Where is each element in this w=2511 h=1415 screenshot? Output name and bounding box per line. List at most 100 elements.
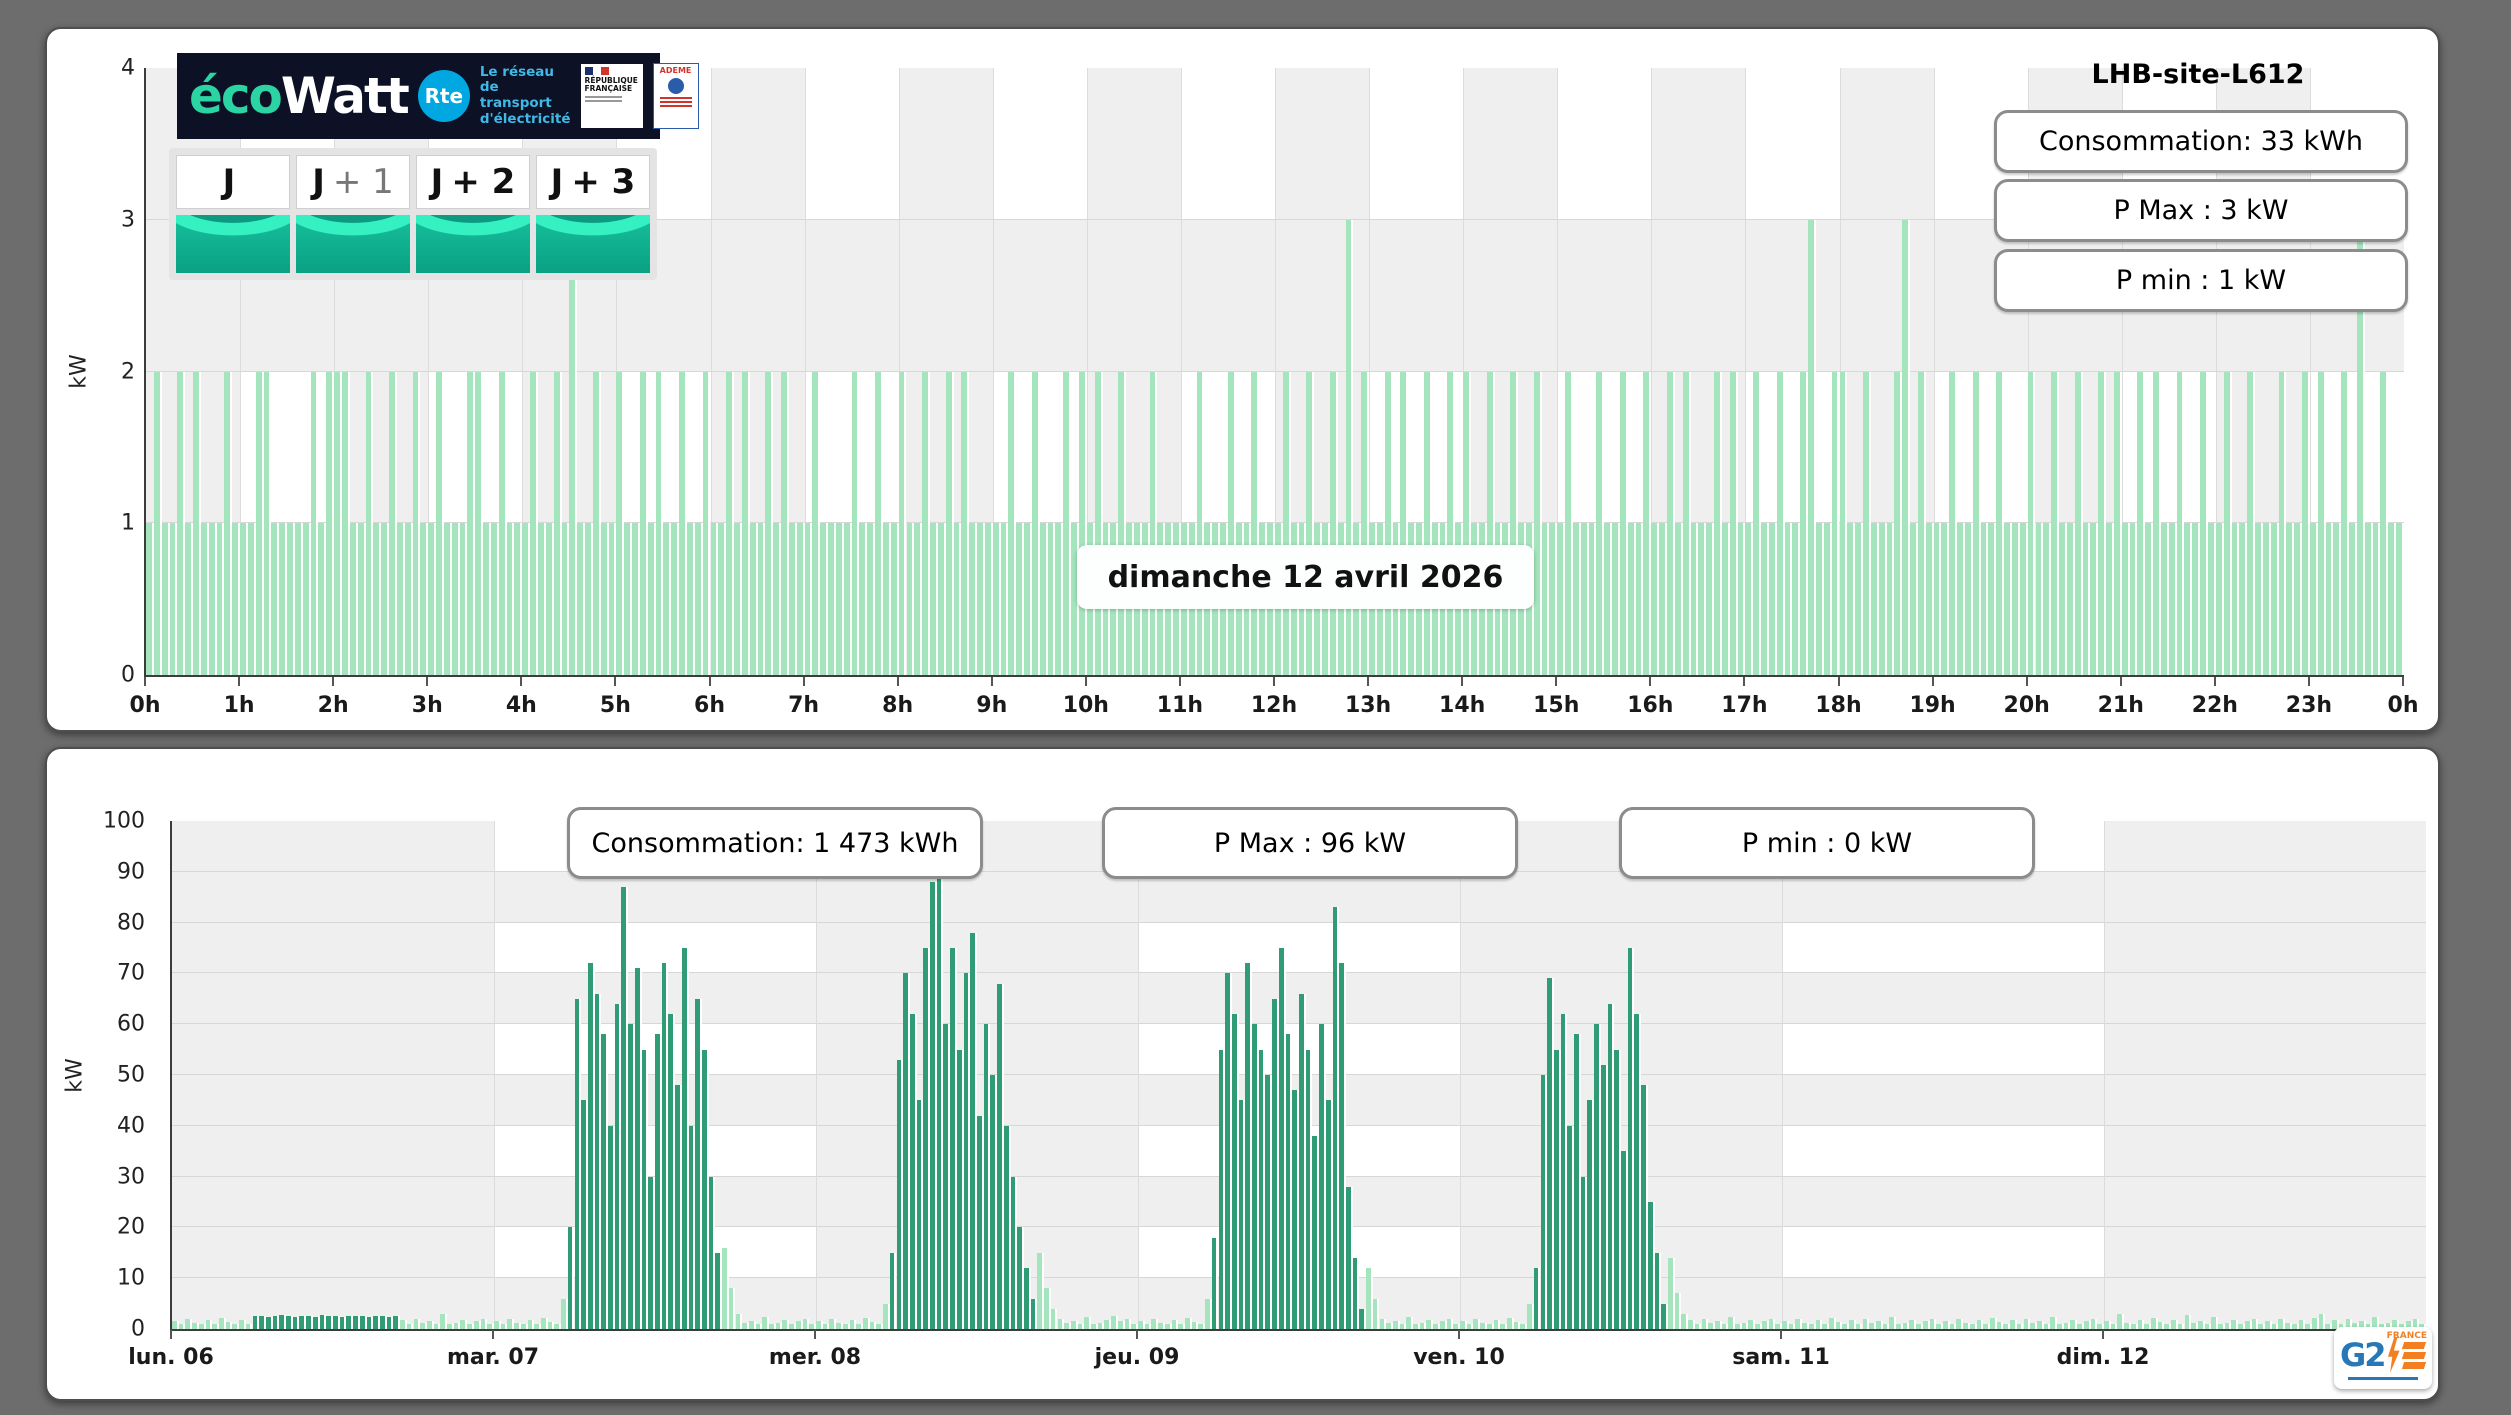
daily-power-bar <box>2043 523 2052 675</box>
weekly-process-bar <box>648 1176 655 1329</box>
daily-power-bar <box>1400 371 1409 675</box>
daily-power-bar <box>1949 371 1958 675</box>
daily-power-bar <box>2082 523 2091 675</box>
weekly-baseline-bar <box>2318 1313 2326 1329</box>
weekly-process-bar <box>1218 1049 1226 1329</box>
daily-power-bar <box>2380 371 2389 675</box>
daily-power-bar <box>663 523 672 675</box>
weekly-baseline-bar <box>1091 1323 1098 1329</box>
weekly-process-bar <box>1587 1100 1595 1329</box>
weekly-process-bar <box>1299 993 1306 1329</box>
weekly-process-bar <box>1352 1257 1360 1329</box>
x-axis-tickmark <box>614 677 617 686</box>
x-axis-tick-label: 21h <box>2097 693 2144 718</box>
weekly-baseline-bar <box>728 1288 736 1329</box>
weekly-baseline-bar <box>869 1322 877 1329</box>
weekly-baseline-bar <box>1761 1321 1769 1329</box>
weekly-baseline-bar <box>494 1321 501 1329</box>
daily-power-bar <box>694 523 703 675</box>
weekly-baseline-bar <box>1392 1321 1400 1329</box>
daily-power-bar <box>1541 523 1550 675</box>
x-axis-tickmark <box>1743 677 1746 686</box>
background-band-cell <box>1460 1024 1782 1075</box>
weekly-process-bar <box>1225 973 1232 1329</box>
tab-day-j[interactable]: J <box>176 155 290 273</box>
french-flag-icon <box>584 67 609 75</box>
weekly-process-bar <box>319 1315 327 1329</box>
weekly-baseline-bar <box>473 1321 481 1329</box>
v-gridline <box>2104 821 2105 1329</box>
x-axis-tick-label: 19h <box>1909 693 1956 718</box>
weekly-baseline-bar <box>2070 1319 2078 1329</box>
date-label: dimanche 12 avril 2026 <box>1077 545 1534 609</box>
x-axis-tick-label: 13h <box>1344 693 1392 718</box>
weekly-baseline-bar <box>1788 1323 1796 1329</box>
weekly-baseline-bar <box>1822 1323 1829 1329</box>
weekly-baseline-bar <box>1701 1318 1709 1329</box>
ademe-globe-icon <box>667 78 684 94</box>
background-band-cell <box>816 1024 1138 1075</box>
daily-power-bar <box>1823 523 1832 675</box>
green-signal-gauge <box>176 215 290 273</box>
daily-power-bar <box>153 371 162 675</box>
weekly-process-bar <box>903 973 910 1329</box>
weekly-baseline-bar <box>1439 1321 1447 1329</box>
daily-power-bar <box>812 371 821 675</box>
weekly-baseline-bar <box>1943 1321 1950 1329</box>
weekly-baseline-bar <box>2157 1322 2165 1329</box>
weekly-baseline-bar <box>2003 1323 2011 1329</box>
daily-power-bar <box>828 523 836 675</box>
daily-power-bar <box>1761 523 1769 675</box>
tab-day-j1[interactable]: J + 1 <box>296 155 410 273</box>
daily-power-bar <box>1996 371 2005 675</box>
rte-tagline-line1: Le réseau <box>479 63 555 80</box>
weekly-baseline-bar <box>520 1323 528 1329</box>
daily-power-bar <box>2176 371 2185 675</box>
daily-power-bar <box>577 523 586 675</box>
weekly-baseline-bar <box>2090 1318 2098 1329</box>
weekly-baseline-bar <box>1164 1323 1172 1329</box>
weekly-baseline-bar <box>433 1323 441 1329</box>
tab-j2-label: J <box>430 162 444 202</box>
daily-power-bar <box>443 523 452 675</box>
daily-power-bar <box>1651 523 1660 675</box>
x-axis-tickmark <box>1780 1330 1782 1339</box>
weekly-consumption-stat: Consommation: 1 473 kWh <box>567 807 983 879</box>
daily-power-bar <box>1839 371 1848 675</box>
weekly-baseline-bar <box>795 1321 803 1329</box>
weekly-process-bar <box>970 932 977 1329</box>
daily-power-bar <box>1000 523 1009 675</box>
daily-power-bar <box>2223 371 2232 675</box>
weekly-baseline-bar <box>1896 1323 1903 1329</box>
weekly-baseline-bar <box>2177 1323 2185 1329</box>
tab-day-j3[interactable]: J + 3 <box>536 155 650 273</box>
weekly-baseline-bar <box>1379 1318 1387 1329</box>
weekly-baseline-bar <box>2298 1319 2306 1329</box>
weekly-process-bar <box>1332 907 1340 1329</box>
daily-power-bar <box>851 371 860 675</box>
daily-pmax-stat: P Max : 3 kW <box>1994 179 2408 242</box>
x-axis-tickmark <box>1458 1330 1460 1339</box>
y-axis-tick-label: 3 <box>121 207 135 233</box>
daily-power-bar <box>271 523 280 675</box>
y-axis-tick-label: 50 <box>117 1062 145 1088</box>
weekly-process-bar <box>292 1316 300 1329</box>
tab-day-j2[interactable]: J + 2 <box>416 155 530 273</box>
daily-power-bar <box>1988 523 1997 675</box>
daily-power-bar <box>2207 523 2216 675</box>
daily-power-bar <box>2333 523 2342 675</box>
daily-power-bar <box>2113 371 2122 675</box>
x-axis-tick-label: 0h <box>129 693 161 718</box>
tab-j3-suffix: + 3 <box>571 162 636 202</box>
lightning-bolt-icon <box>2387 1337 2400 1373</box>
daily-power-bar <box>1682 371 1691 675</box>
weekly-process-bar <box>688 1125 696 1329</box>
daily-power-bar <box>1423 371 1432 675</box>
background-band-cell <box>2104 1125 2426 1177</box>
x-axis-tickmark <box>1273 677 1275 686</box>
weekly-baseline-bar <box>809 1323 816 1329</box>
daily-power-bar <box>726 371 734 675</box>
weekly-baseline-bar <box>1064 1323 1071 1329</box>
daily-power-bar <box>2098 371 2107 675</box>
daily-power-bar <box>255 371 264 675</box>
